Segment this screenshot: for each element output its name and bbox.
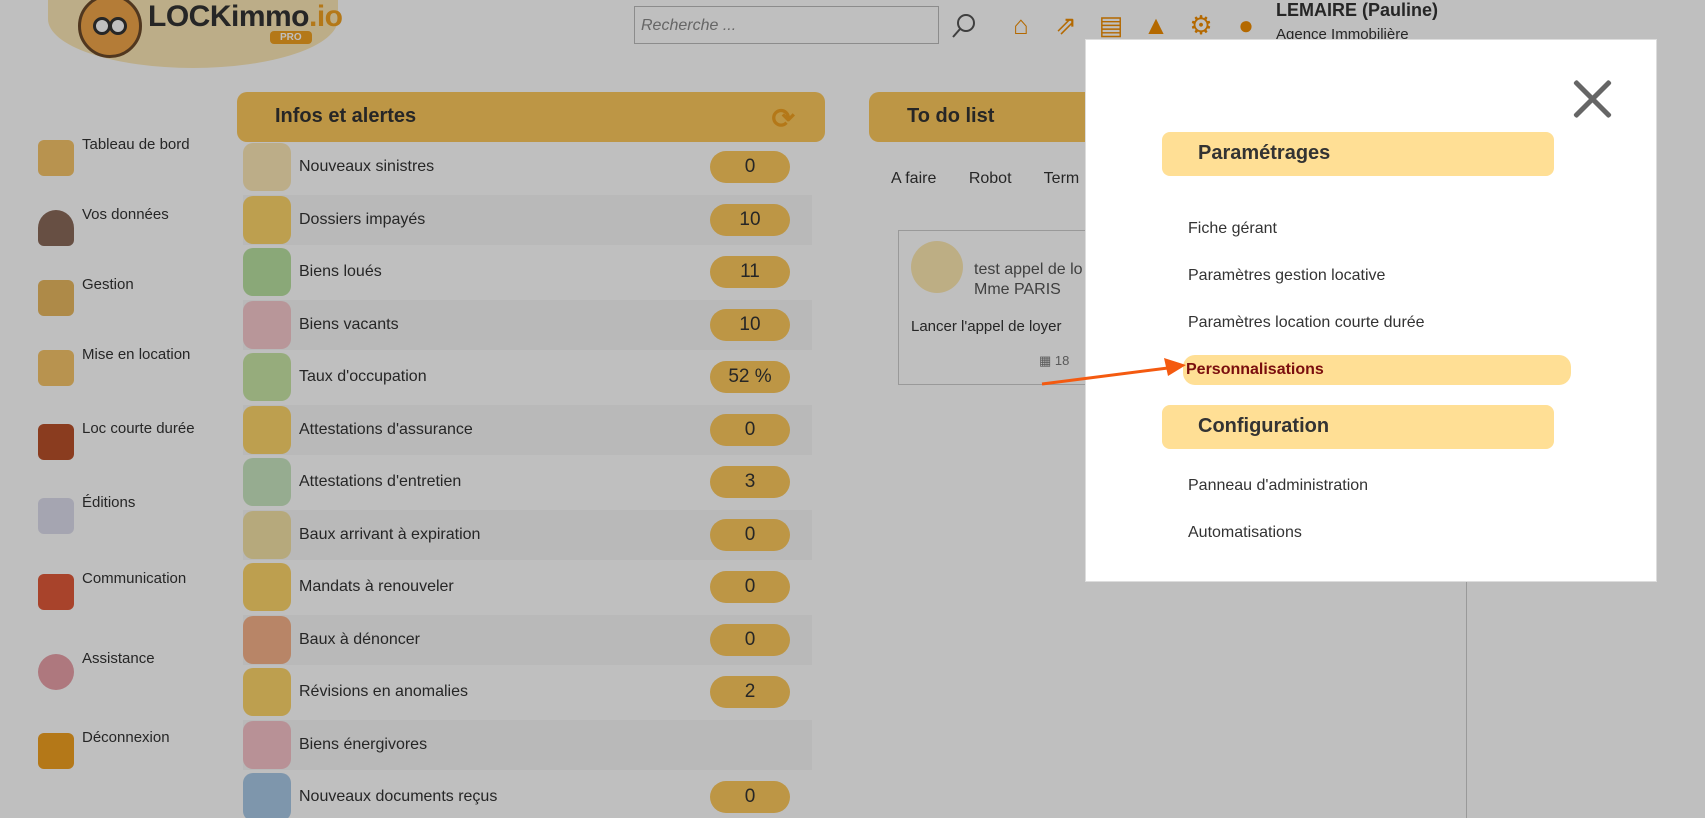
link-automatisations[interactable]: Automatisations — [1188, 524, 1302, 542]
close-icon[interactable] — [1568, 74, 1616, 122]
link-fiche-gerant[interactable]: Fiche gérant — [1188, 220, 1277, 238]
link-personnalisations[interactable]: Personnalisations — [1183, 355, 1571, 385]
link-parametres-location-courte-duree[interactable]: Paramètres location courte durée — [1188, 314, 1425, 332]
link-parametres-gestion-locative[interactable]: Paramètres gestion locative — [1188, 267, 1385, 285]
settings-modal: Paramétrages Fiche gérant Paramètres ges… — [1086, 40, 1656, 581]
section-parametrages: Paramétrages — [1162, 132, 1554, 176]
section-configuration: Configuration — [1162, 405, 1554, 449]
link-panneau-administration[interactable]: Panneau d'administration — [1188, 477, 1368, 495]
pointer-arrow-icon — [1041, 358, 1186, 386]
